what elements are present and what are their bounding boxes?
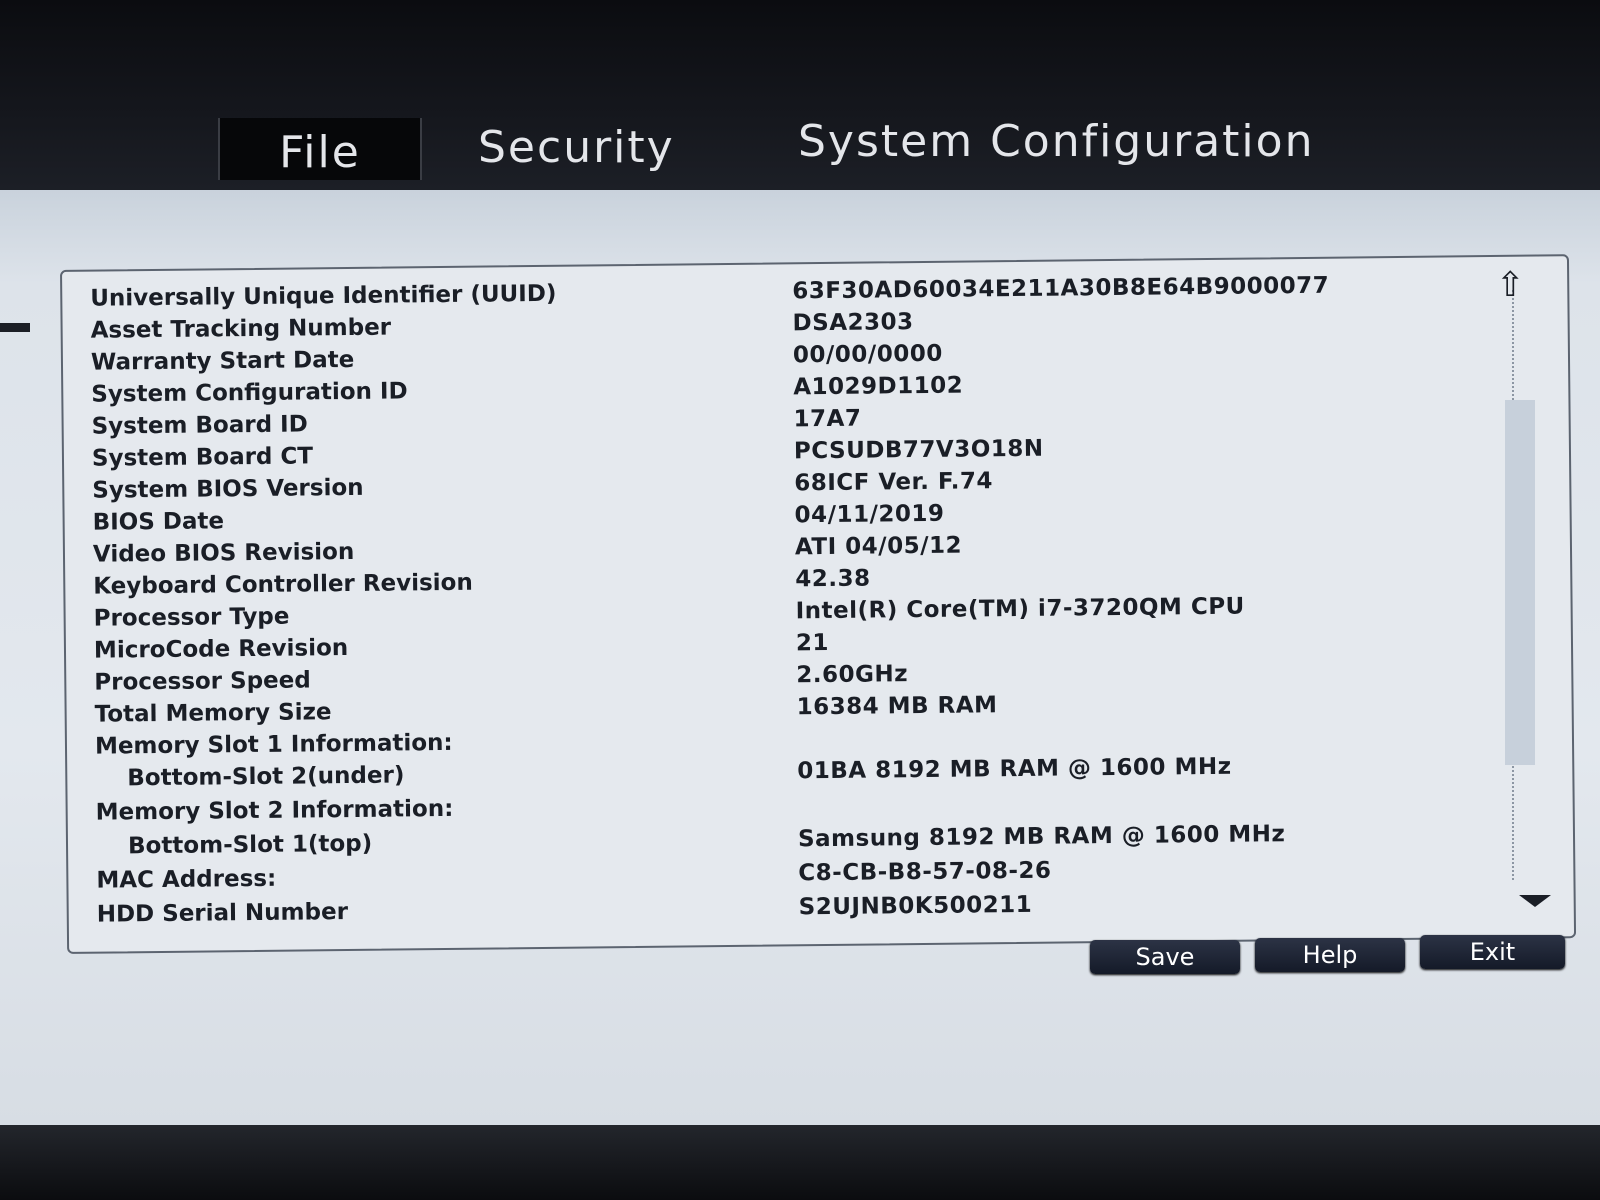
info-value: 63F30AD60034E211A30B8E64B9000077: [792, 272, 1330, 305]
info-value: 68ICF Ver. F.74: [794, 468, 994, 497]
system-information-panel: Universally Unique Identifier (UUID) 63F…: [60, 254, 1577, 954]
left-edge-marker: [0, 323, 30, 332]
info-value: 2.60GHz: [796, 661, 909, 689]
info-value: ATI 04/05/12: [794, 532, 963, 561]
info-value: PCSUDB77V3O18N: [793, 435, 1044, 465]
info-label: Warranty Start Date: [90, 346, 355, 376]
info-label: MAC Address:: [96, 865, 277, 894]
info-label: System Board ID: [91, 411, 308, 440]
info-label: Total Memory Size: [94, 699, 332, 728]
scrollbar-thumb[interactable]: [1505, 400, 1535, 765]
info-value: DSA2303: [792, 309, 914, 337]
info-value: Samsung 8192 MB RAM @ 1600 MHz: [797, 821, 1286, 853]
info-value: C8-CB-B8-57-08-26: [798, 857, 1052, 887]
info-value: S2UJNB0K500211: [798, 891, 1033, 921]
info-value: 01BA 8192 MB RAM @ 1600 MHz: [797, 753, 1232, 785]
info-value: 42.38: [795, 565, 871, 593]
info-label: Video BIOS Revision: [92, 538, 355, 568]
info-label: System Board CT: [91, 443, 314, 472]
info-label: Asset Tracking Number: [90, 314, 392, 344]
info-label: Processor Speed: [94, 667, 311, 696]
info-label: MicroCode Revision: [93, 635, 349, 664]
info-label: Keyboard Controller Revision: [93, 569, 473, 600]
info-label: System Configuration ID: [91, 378, 408, 408]
exit-button[interactable]: Exit: [1420, 935, 1565, 969]
tab-system-configuration[interactable]: System Configuration: [798, 112, 1314, 172]
info-value: 00/00/0000: [792, 340, 943, 369]
tab-file[interactable]: File: [218, 118, 422, 180]
info-label: HDD Serial Number: [96, 899, 349, 928]
info-value: 16384 MB RAM: [796, 692, 998, 721]
tab-security[interactable]: Security: [478, 118, 675, 178]
tab-bar: File Security System Configuration: [0, 0, 1600, 190]
info-value: 17A7: [793, 405, 862, 433]
info-label: Memory Slot 2 Information:: [95, 795, 454, 826]
info-label: BIOS Date: [92, 508, 225, 536]
info-label: Bottom-Slot 1(top): [127, 830, 373, 860]
save-button[interactable]: Save: [1090, 940, 1240, 974]
info-value: Intel(R) Core(TM) i7-3720QM CPU: [795, 593, 1245, 625]
info-label: Bottom-Slot 2(under): [127, 762, 405, 792]
help-button[interactable]: Help: [1255, 938, 1405, 972]
info-value: 04/11/2019: [794, 500, 945, 529]
screen-bezel: [0, 1125, 1600, 1200]
bios-screen: File Security System Configuration Unive…: [0, 0, 1600, 1200]
info-value: A1029D1102: [793, 372, 964, 401]
info-label: System BIOS Version: [92, 474, 364, 504]
info-label: Memory Slot 1 Information:: [94, 729, 453, 760]
info-value: 21: [795, 629, 830, 657]
scroll-up-icon[interactable]: ⇧: [1496, 268, 1525, 302]
info-label: Universally Unique Identifier (UUID): [90, 280, 557, 312]
info-label: Processor Type: [93, 603, 290, 632]
scroll-down-icon[interactable]: [1519, 895, 1551, 907]
